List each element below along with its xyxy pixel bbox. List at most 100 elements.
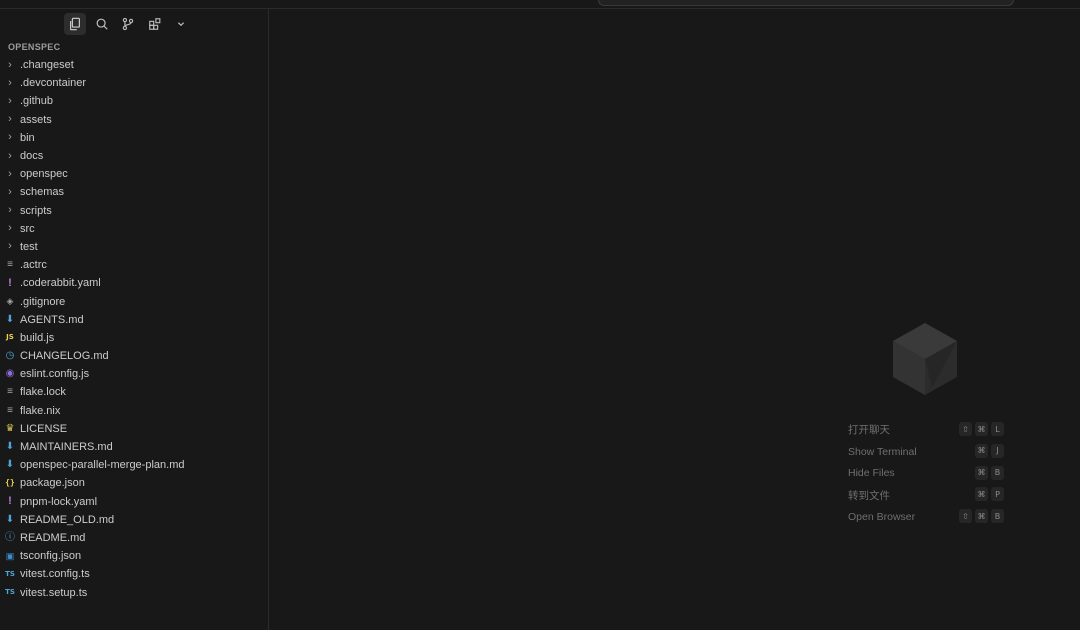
tree-item-package-json[interactable]: {} package.json (0, 474, 268, 492)
letter-key: B (991, 509, 1004, 524)
shortcut-keys: ⌘ P (972, 487, 1004, 502)
editor-area (269, 9, 1080, 630)
chevron-right-icon: › (8, 131, 12, 144)
tree-item-label: .actrc (20, 259, 47, 272)
tree-item-label: package.json (20, 477, 85, 490)
command-center[interactable] (598, 0, 1014, 6)
typescript-icon: TS (5, 569, 15, 578)
tree-item-merge-plan-md[interactable]: ⬇ openspec-parallel-merge-plan.md (0, 456, 268, 474)
tree-item-label: CHANGELOG.md (20, 350, 109, 363)
typescript-icon: TS (5, 588, 15, 597)
tree-item-label: .coderabbit.yaml (20, 277, 101, 290)
git-diamond-icon: ◈ (6, 296, 14, 307)
tree-item-label: openspec (20, 168, 68, 181)
search-icon (96, 18, 108, 30)
js-icon: JS (6, 333, 14, 342)
tree-item-label: eslint.config.js (20, 368, 90, 381)
tree-item-schemas[interactable]: › schemas (0, 183, 268, 201)
cmd-key: ⌘ (975, 509, 988, 524)
tree-item-changelog-md[interactable]: ◷ CHANGELOG.md (0, 347, 268, 365)
tree-item-readme[interactable]: ⓘ README.md (0, 529, 268, 547)
tree-item-bin[interactable]: › bin (0, 129, 268, 147)
tree-item-label: vitest.config.ts (20, 568, 90, 581)
chevron-right-icon: › (8, 76, 12, 89)
extensions-button[interactable] (144, 13, 166, 35)
tree-item-actrc[interactable]: ≡ .actrc (0, 256, 268, 274)
shortcut-show-terminal[interactable]: Show Terminal ⌘ J (848, 441, 1008, 463)
more-views-button[interactable] (170, 13, 192, 35)
chevron-right-icon: › (8, 149, 12, 162)
title-bar (0, 0, 1080, 9)
tree-item-label: bin (20, 131, 35, 144)
tree-item-label: README.md (20, 531, 86, 544)
tree-item-coderabbit-yaml[interactable]: ! .coderabbit.yaml (0, 274, 268, 292)
tree-item-label: README_OLD.md (20, 513, 115, 526)
tree-item-label: .gitignore (20, 295, 66, 308)
tree-item-label: docs (20, 150, 44, 163)
tree-item-src[interactable]: › src (0, 220, 268, 238)
tree-item-label: openspec-parallel-merge-plan.md (20, 459, 185, 472)
license-ribbon-icon: ♛ (5, 422, 15, 434)
tree-item-flake-lock[interactable]: ≡ flake.lock (0, 383, 268, 401)
tree-item-eslint-config[interactable]: ◉ eslint.config.js (0, 365, 268, 383)
chevron-down-icon (177, 22, 185, 27)
cursor-cube-logo-icon (893, 323, 957, 395)
tree-item-agents-md[interactable]: ⬇ AGENTS.md (0, 311, 268, 329)
tree-item-openspec[interactable]: › openspec (0, 165, 268, 183)
source-control-icon (122, 17, 134, 31)
tree-item-flake-nix[interactable]: ≡ flake.nix (0, 402, 268, 420)
tree-item-label: src (20, 222, 35, 235)
markdown-down-arrow-icon: ⬇ (5, 459, 15, 471)
shortcut-label: 打开聊天 (848, 424, 890, 437)
tree-item-test[interactable]: › test (0, 238, 268, 256)
explorer-section-title[interactable]: OPENSPEC (8, 42, 60, 52)
shortcut-hide-files[interactable]: Hide Files ⌘ B (848, 463, 1008, 485)
shortcut-keys: ⌘ B (972, 465, 1004, 480)
files-button[interactable] (64, 13, 86, 35)
tree-item-vitest-config[interactable]: TS vitest.config.ts (0, 565, 268, 583)
tsconfig-icon: ▣ (5, 550, 15, 561)
tree-item-docs[interactable]: › docs (0, 147, 268, 165)
tree-item-label: flake.nix (20, 404, 61, 417)
tree-item-devcontainer[interactable]: › .devcontainer (0, 74, 268, 92)
tree-item-label: build.js (20, 331, 55, 344)
shortcut-open-chat[interactable]: 打开聊天 ⇧ ⌘ L (848, 419, 1008, 441)
tree-item-pnpm-lock[interactable]: ! pnpm-lock.yaml (0, 493, 268, 511)
shortcut-label: Hide Files (848, 467, 895, 480)
chevron-right-icon: › (8, 222, 12, 235)
tree-item-maintainers-md[interactable]: ⬇ MAINTAINERS.md (0, 438, 268, 456)
text-lines-icon: ≡ (7, 386, 13, 398)
yaml-exclamation-icon: ! (8, 276, 12, 289)
tree-item-label: scripts (20, 204, 52, 217)
explorer-sidebar: OPENSPEC › .changeset › .devcontainer › .gi… (0, 9, 269, 630)
tree-item-readme-old[interactable]: ⬇ README_OLD.md (0, 511, 268, 529)
tree-item-gitignore[interactable]: ◈ .gitignore (0, 292, 268, 310)
shortcut-go-to-file[interactable]: 转到文件 ⌘ P (848, 484, 1008, 506)
tree-item-label: .changeset (20, 59, 74, 72)
files-icon (70, 17, 80, 31)
changelog-clock-icon: ◷ (5, 350, 15, 362)
tree-item-assets[interactable]: › assets (0, 111, 268, 129)
tree-item-github[interactable]: › .github (0, 92, 268, 110)
tree-item-label: schemas (20, 186, 65, 199)
tree-item-label: .devcontainer (20, 77, 87, 90)
tree-item-scripts[interactable]: › scripts (0, 202, 268, 220)
text-lines-icon: ≡ (7, 259, 13, 271)
tree-item-build-js[interactable]: JS build.js (0, 329, 268, 347)
shift-key: ⇧ (959, 422, 972, 436)
cmd-key: ⌘ (975, 465, 988, 480)
search-button[interactable] (91, 13, 113, 35)
markdown-down-arrow-icon: ⬇ (5, 313, 15, 325)
chevron-right-icon: › (8, 167, 12, 180)
shortcut-open-browser[interactable]: Open Browser ⇧ ⌘ B (848, 506, 1008, 528)
tree-item-label: vitest.setup.ts (20, 586, 88, 599)
tree-item-label: flake.lock (20, 386, 66, 399)
chevron-right-icon: › (8, 58, 12, 71)
tree-item-tsconfig[interactable]: ▣ tsconfig.json (0, 547, 268, 565)
source-control-button[interactable] (117, 13, 139, 35)
readme-info-icon: ⓘ (5, 531, 15, 543)
tree-item-vitest-setup[interactable]: TS vitest.setup.ts (0, 583, 268, 601)
markdown-down-arrow-icon: ⬇ (5, 441, 15, 453)
tree-item-changeset[interactable]: › .changeset (0, 56, 268, 74)
tree-item-license[interactable]: ♛ LICENSE (0, 420, 268, 438)
